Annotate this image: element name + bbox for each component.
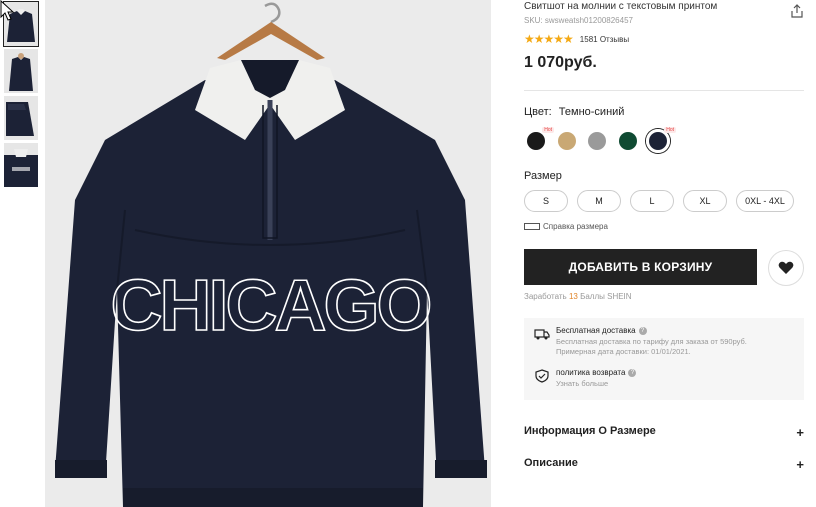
color-swatch-navy[interactable]: Hot <box>646 127 676 153</box>
free-shipping-desc: Бесплатная доставка по тарифу для заказа… <box>556 337 747 346</box>
color-swatch-black[interactable]: Hot <box>524 127 554 153</box>
color-value: Темно-синий <box>558 106 625 118</box>
rating[interactable]: ★★★★★ 1581 Отзывы <box>524 32 629 46</box>
ruler-icon <box>524 223 540 230</box>
color-swatches: Hot Hot <box>524 127 677 153</box>
shipping-box: Бесплатная доставка? Бесплатная доставка… <box>524 318 804 400</box>
size-label: Размер <box>524 170 562 182</box>
chicago-print: CHICAGO <box>111 266 430 346</box>
return-policy-item: политика возврата? Узнать больше <box>534 368 637 389</box>
heart-icon <box>778 261 794 274</box>
share-icon[interactable] <box>790 4 804 18</box>
earn-suffix: Баллы SHEIN <box>580 292 632 301</box>
color-swatch-grey[interactable] <box>585 129 609 153</box>
product-price: 1 070руб. <box>524 54 597 71</box>
color-swatch-green[interactable] <box>615 129 640 153</box>
color-label: Цвет: <box>524 106 552 118</box>
product-title: Свитшот на молнии с текстовым принтом <box>524 1 718 12</box>
color-swatch-khaki[interactable] <box>554 129 579 153</box>
cursor-icon <box>0 0 15 21</box>
thumbnail-3[interactable] <box>4 96 38 140</box>
learn-more-link[interactable]: Узнать больше <box>556 379 636 389</box>
description-label: Описание <box>524 457 578 469</box>
size-guide-link[interactable]: Справка размера <box>524 222 608 231</box>
free-shipping-item: Бесплатная доставка? Бесплатная доставка… <box>534 326 747 357</box>
size-option-m[interactable]: M <box>577 190 621 212</box>
description-accordion[interactable]: Описание + <box>524 457 804 472</box>
size-info-accordion[interactable]: Информация О Размере + <box>524 425 804 440</box>
earn-points-value: 13 <box>568 292 578 301</box>
hot-badge: Hot <box>542 127 554 133</box>
truck-icon <box>534 329 550 340</box>
size-info-label: Информация О Размере <box>524 425 656 437</box>
earn-points: Заработать 13 Баллы SHEIN <box>524 292 632 301</box>
product-sku: SKU: swsweatsh01200826457 <box>524 16 633 25</box>
product-main-image: CHICAGO <box>45 0 491 507</box>
size-options: S M L XL 0XL - 4XL <box>524 190 794 212</box>
color-label-row: Цвет: Темно-синий <box>524 106 624 118</box>
thumbnail-4[interactable] <box>4 143 38 187</box>
help-icon[interactable]: ? <box>638 326 647 335</box>
size-option-xl[interactable]: XL <box>683 190 727 212</box>
size-option-l[interactable]: L <box>630 190 674 212</box>
size-option-0xl-4xl[interactable]: 0XL - 4XL <box>736 190 794 212</box>
wishlist-button[interactable] <box>768 250 804 286</box>
plus-icon: + <box>796 425 804 440</box>
shield-icon <box>535 369 549 383</box>
divider <box>524 90 804 91</box>
thumbnail-2[interactable] <box>4 49 38 93</box>
star-rating-icon: ★★★★★ <box>524 32 574 46</box>
delivery-date: Примерная дата доставки: 01/01/2021. <box>556 347 691 356</box>
size-option-s[interactable]: S <box>524 190 568 212</box>
free-shipping-title: Бесплатная доставка <box>556 326 636 335</box>
hot-badge: Hot <box>664 127 676 133</box>
help-icon[interactable]: ? <box>628 368 637 377</box>
thumbnail-list <box>3 1 39 190</box>
review-count[interactable]: 1581 Отзывы <box>580 35 629 44</box>
return-policy-title: политика возврата <box>556 368 626 377</box>
size-guide-label: Справка размера <box>543 222 608 231</box>
earn-prefix: Заработать <box>524 292 567 301</box>
add-to-cart-button[interactable]: ДОБАВИТЬ В КОРЗИНУ <box>524 249 757 285</box>
plus-icon: + <box>796 457 804 472</box>
